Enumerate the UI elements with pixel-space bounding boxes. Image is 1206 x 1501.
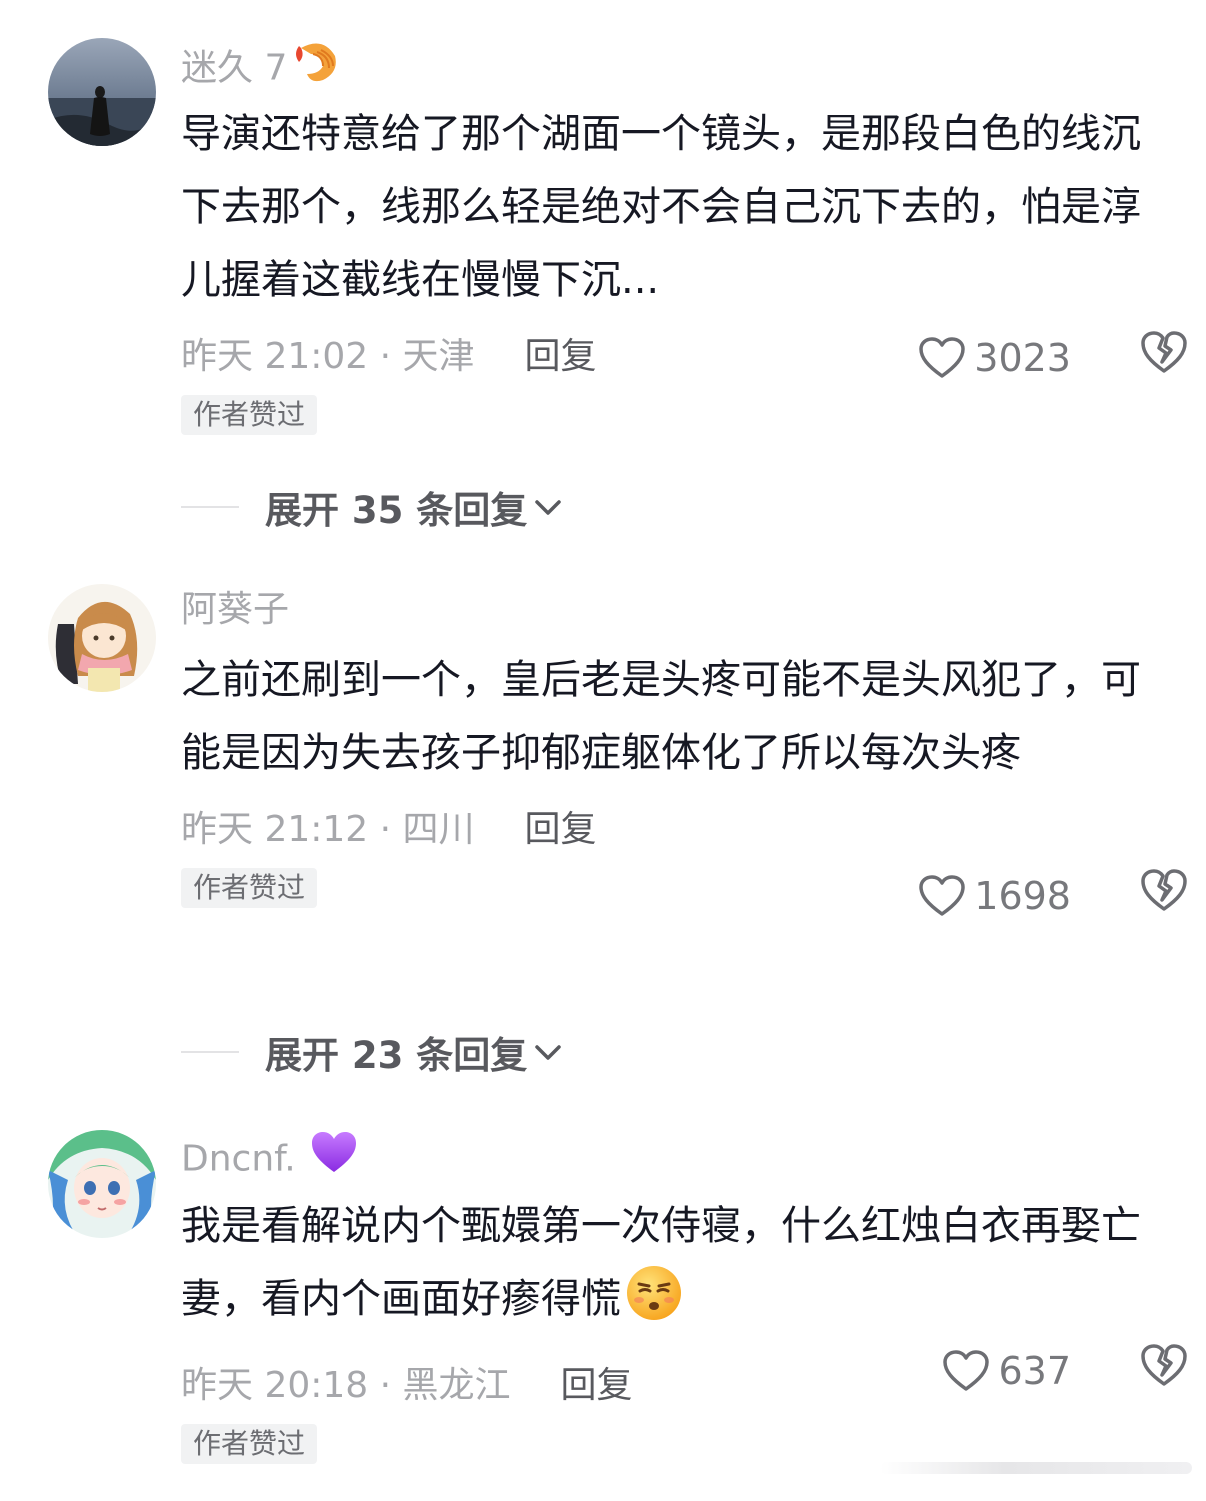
- comment-list: 迷久 7 导演还特意给了那个湖面一个镜头，是那段白色的线沉下去那个，线那么轻是绝…: [0, 0, 1206, 1501]
- dislike-button[interactable]: [1140, 1341, 1188, 1389]
- like-count: 637: [998, 1349, 1071, 1393]
- reply-button[interactable]: 回复: [561, 1365, 633, 1406]
- expand-replies-button[interactable]: 展开 23 条回复: [181, 1027, 565, 1077]
- avatar[interactable]: [48, 38, 156, 146]
- broken-heart-icon: [1141, 1344, 1187, 1386]
- dislike-button[interactable]: [1140, 866, 1188, 914]
- reply-button[interactable]: 回复: [525, 809, 597, 850]
- username[interactable]: 阿葵子: [181, 584, 1171, 636]
- avatar-image: [48, 38, 156, 146]
- broken-heart-icon: [1141, 331, 1187, 373]
- like-count: 1698: [974, 874, 1071, 918]
- like-button[interactable]: 1698: [918, 866, 1071, 926]
- avatar[interactable]: [48, 584, 156, 692]
- expand-replies-button[interactable]: 展开 35 条回复: [181, 482, 565, 532]
- comment-meta: 昨天 21:12 · 四川 回复: [181, 800, 1171, 860]
- author-liked-badge: 作者赞过: [181, 395, 318, 435]
- divider-line: [181, 1051, 239, 1053]
- chevron-down-icon: [535, 500, 562, 515]
- divider-line: [181, 506, 239, 508]
- avatar-image: [48, 1130, 156, 1238]
- expand-replies-label: 展开 35 条回复: [265, 489, 528, 532]
- comment-text: 我是看解说内个甄嬛第一次侍寝，什么红烛白衣再娶亡妻，看内个画面好瘆得慌: [181, 1190, 1171, 1346]
- time-location: 昨天 21:12 · 四川: [181, 809, 475, 850]
- like-count: 3023: [974, 336, 1071, 380]
- heart-icon: [943, 1350, 990, 1391]
- reply-button[interactable]: 回复: [525, 336, 597, 377]
- author-liked-badge: 作者赞过: [181, 1424, 318, 1464]
- dislike-button[interactable]: [1140, 328, 1188, 376]
- username[interactable]: 迷久 7: [181, 38, 1171, 90]
- home-indicator: [880, 1462, 1192, 1474]
- like-button[interactable]: 3023: [918, 328, 1071, 388]
- avatar[interactable]: [48, 1130, 156, 1238]
- unamused-face-emoji: [625, 1264, 683, 1346]
- username[interactable]: Dncnf.: [181, 1130, 1171, 1182]
- comment-text: 之前还刷到一个，皇后老是头疼可能不是头风犯了，可能是因为失去孩子抑郁症躯体化了所…: [181, 657, 1141, 776]
- expand-replies-label: 展开 23 条回复: [265, 1034, 528, 1077]
- chevron-down-icon: [535, 1045, 562, 1060]
- heart-icon: [919, 337, 966, 378]
- like-button[interactable]: 637: [942, 1341, 1071, 1401]
- comment-text: 导演还特意给了那个湖面一个镜头，是那段白色的线沉下去那个，线那么轻是绝对不会自己…: [181, 111, 1141, 303]
- author-liked-badge: 作者赞过: [181, 868, 318, 908]
- heart-icon: [919, 875, 966, 916]
- avatar-image: [48, 584, 156, 692]
- time-location: 昨天 21:02 · 天津: [181, 336, 475, 377]
- purple-heart-emoji: [310, 1130, 358, 1189]
- time-location: 昨天 20:18 · 黑龙江: [181, 1365, 511, 1406]
- broken-heart-icon: [1141, 869, 1187, 911]
- shrimp-emoji: [293, 38, 341, 99]
